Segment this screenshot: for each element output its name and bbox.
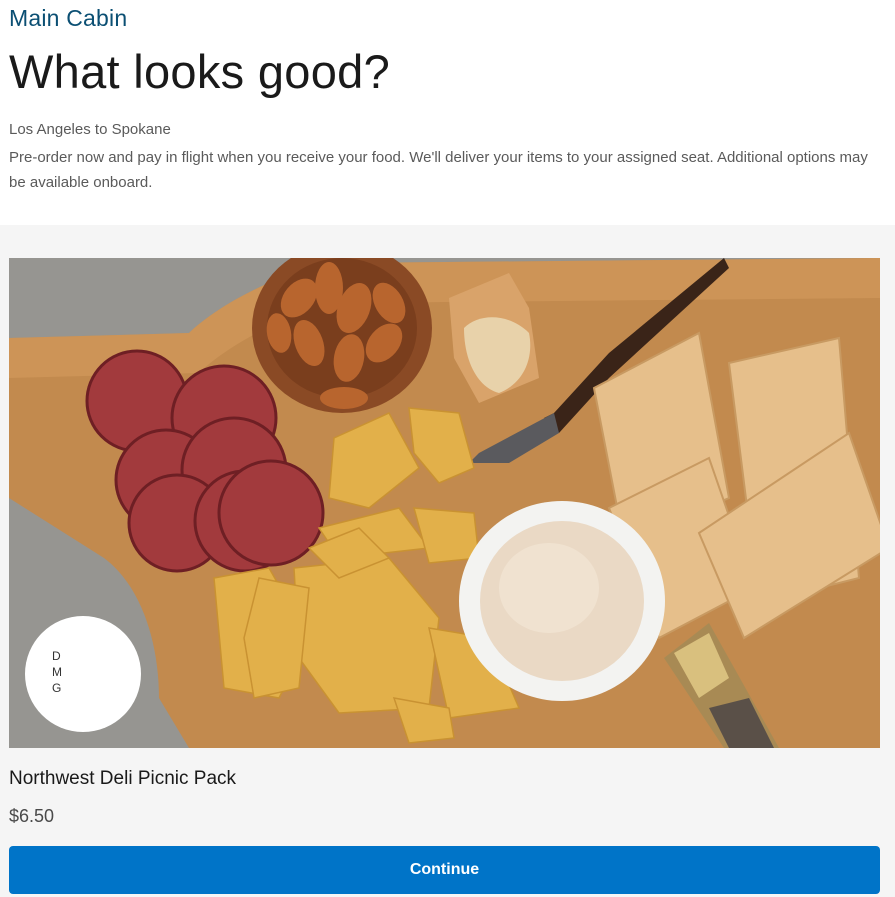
header: Main Cabin What looks good? Los Angeles … bbox=[0, 0, 895, 225]
badge-letters: D M G bbox=[52, 648, 66, 696]
route-text: Los Angeles to Spokane bbox=[9, 121, 171, 138]
page-title: What looks good? bbox=[9, 45, 391, 98]
continue-button[interactable]: Continue bbox=[9, 846, 880, 894]
page: Main Cabin What looks good? Los Angeles … bbox=[0, 0, 895, 897]
brand-badge: D M G bbox=[25, 616, 141, 732]
product-image[interactable]: D M G bbox=[9, 258, 880, 748]
badge-letter: M bbox=[52, 665, 62, 679]
product-card: D M G Northwest Deli Picnic Pack $6.50 C… bbox=[0, 225, 895, 897]
product-price: $6.50 bbox=[9, 806, 55, 826]
description-text: Pre-order now and pay in flight when you… bbox=[9, 149, 868, 191]
cabin-label: Main Cabin bbox=[9, 5, 128, 31]
badge-letter: G bbox=[52, 681, 62, 695]
product-name[interactable]: Northwest Deli Picnic Pack bbox=[9, 768, 236, 790]
badge-letter: D bbox=[52, 649, 61, 663]
